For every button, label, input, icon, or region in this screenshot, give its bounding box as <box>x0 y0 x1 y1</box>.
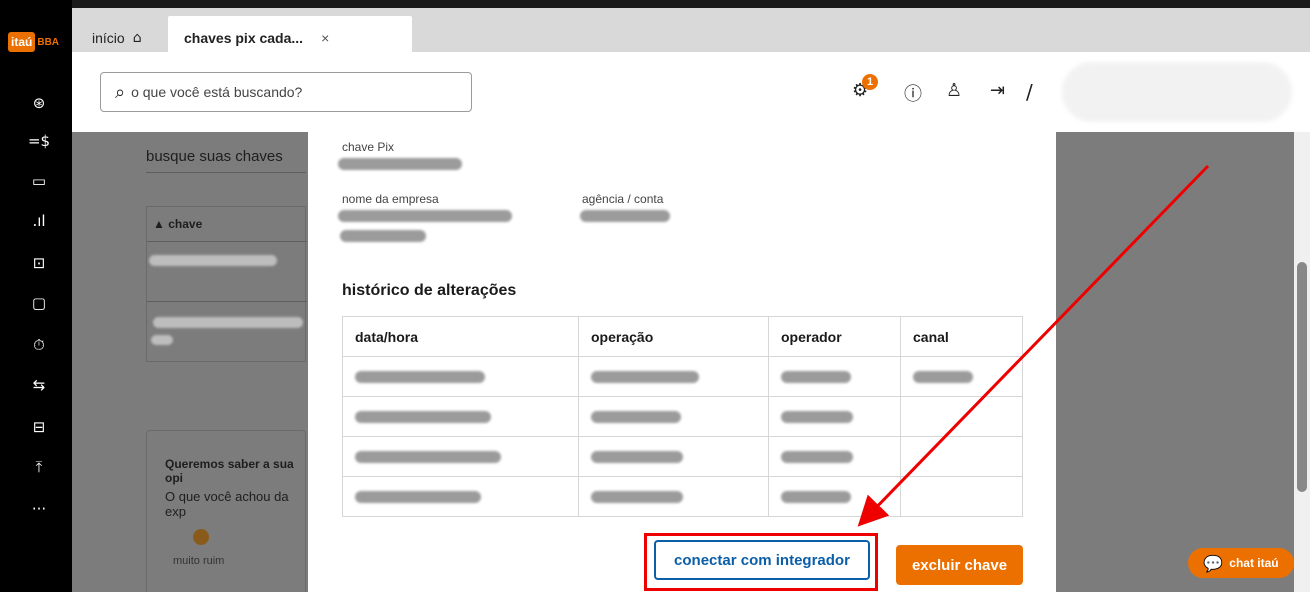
empresa-value-2 <box>340 230 426 242</box>
ticket-icon[interactable]: ⊟ <box>26 416 52 438</box>
safe-icon[interactable]: ⏱ <box>26 334 52 356</box>
tab-chaves-pix-label: chaves pix cada... <box>184 30 304 46</box>
chat-icon: 💬 <box>1203 553 1224 573</box>
tab-inicio-label: início <box>92 30 125 46</box>
rating-label: muito ruim <box>173 555 225 567</box>
logo-bba: BBA <box>37 36 60 48</box>
dollar-circle-icon[interactable]: ⊛ <box>26 92 52 114</box>
cell <box>342 476 579 517</box>
key-value <box>149 255 277 266</box>
exchange-icon[interactable]: ⇆ <box>26 374 52 396</box>
cell <box>768 476 901 517</box>
redacted-value <box>781 450 853 463</box>
key-value <box>151 335 173 345</box>
table-row <box>342 436 1023 477</box>
empresa-label: nome da empresa <box>342 192 439 206</box>
highlight-box <box>644 533 878 591</box>
chat-button[interactable]: 💬 chat itaú <box>1188 548 1294 578</box>
feedback-question: O que você achou da exp <box>165 489 289 519</box>
cell <box>342 356 579 397</box>
col-operacao: operação <box>578 316 769 357</box>
agencia-label: agência / conta <box>582 192 664 206</box>
scrollbar[interactable] <box>1294 132 1310 592</box>
wallet-icon[interactable]: ▭ <box>26 170 52 192</box>
close-icon[interactable]: × <box>321 30 329 46</box>
col-operador: operador <box>768 316 901 357</box>
cell <box>768 436 901 477</box>
empresa-value <box>338 210 512 222</box>
logo-itau: itaú <box>8 32 36 52</box>
search-placeholder: o que você está buscando? <box>131 84 303 100</box>
delete-key-button[interactable]: excluir chave <box>896 545 1023 585</box>
header: ⌕ o que você está buscando? ⚙ 1 ⓘ ♙ ⇥ / <box>72 52 1310 132</box>
search-underline <box>146 172 306 173</box>
cell <box>900 436 1023 477</box>
help-icon[interactable]: ⓘ <box>904 80 922 106</box>
feedback-title: Queremos saber a sua opi <box>165 457 294 485</box>
chave-pix-value <box>338 158 462 170</box>
upload-icon[interactable]: ⤒ <box>26 456 52 478</box>
agencia-value <box>580 210 670 222</box>
sidebar: itaú BBA ⊛ =$ ▭ .ıl ⊡ ▢ ⏱ ⇆ ⊟ ⤒ ··· <box>0 0 72 592</box>
table-row <box>342 356 1023 397</box>
redacted-value <box>591 410 681 423</box>
itau-bba-logo[interactable]: itaú BBA <box>8 30 66 54</box>
history-table: data/hora operação operador canal <box>342 316 1023 517</box>
cell <box>578 476 769 517</box>
cell <box>578 396 769 437</box>
logout-icon[interactable]: ⇥ <box>990 80 1005 101</box>
card-icon[interactable]: ▢ <box>26 292 52 314</box>
search-input[interactable]: ⌕ o que você está buscando? <box>100 72 472 112</box>
chat-label: chat itaú <box>1229 556 1279 570</box>
redacted-value <box>781 410 853 423</box>
chave-pix-label: chave Pix <box>342 140 395 154</box>
column-chave[interactable]: ▲ chave <box>153 217 202 231</box>
search-keys-label: busque suas chaves <box>146 148 283 165</box>
divider <box>147 301 307 302</box>
col-canal: canal <box>900 316 1023 357</box>
redacted-value <box>781 490 851 503</box>
transfer-icon[interactable]: =$ <box>26 130 52 152</box>
search-icon: ⌕ <box>115 81 126 103</box>
redacted-value <box>591 450 683 463</box>
cell <box>768 396 901 437</box>
scrollbar-thumb[interactable] <box>1297 262 1307 492</box>
redacted-value <box>913 370 973 383</box>
payment-icon[interactable]: ⊡ <box>26 252 52 274</box>
cell <box>900 476 1023 517</box>
redacted-value <box>355 450 501 463</box>
col-data-hora: data/hora <box>342 316 579 357</box>
table-row <box>342 476 1023 517</box>
chart-icon[interactable]: .ıl <box>26 210 52 232</box>
cell <box>900 396 1023 437</box>
home-icon: ⌂ <box>132 30 142 46</box>
user-icon[interactable]: ♙ <box>946 80 962 101</box>
cell <box>342 396 579 437</box>
redacted-value <box>355 410 491 423</box>
cell <box>578 436 769 477</box>
key-value <box>153 317 303 328</box>
more-icon[interactable]: ··· <box>26 498 52 520</box>
redacted-value <box>591 370 699 383</box>
tab-bar: início ⌂ chaves pix cada... × <box>72 0 1310 60</box>
redacted-value <box>355 370 485 383</box>
cell <box>768 356 901 397</box>
cell <box>900 356 1023 397</box>
cell <box>578 356 769 397</box>
history-title: histórico de alterações <box>342 282 517 299</box>
redacted-value <box>781 370 851 383</box>
cell <box>342 436 579 477</box>
divider <box>147 241 307 242</box>
notification-badge: 1 <box>862 74 878 90</box>
keys-table: ▲ chave <box>146 206 307 362</box>
account-info[interactable] <box>1062 62 1292 122</box>
rating-face-icon[interactable] <box>193 529 209 545</box>
redacted-value <box>591 490 683 503</box>
redacted-value <box>355 490 481 503</box>
key-details-modal: chave Pix nome da empresa agência / cont… <box>308 132 1056 592</box>
table-row <box>342 396 1023 437</box>
feedback-card: Queremos saber a sua opi O que você acho… <box>146 430 306 592</box>
account-separator: / <box>1026 80 1033 104</box>
